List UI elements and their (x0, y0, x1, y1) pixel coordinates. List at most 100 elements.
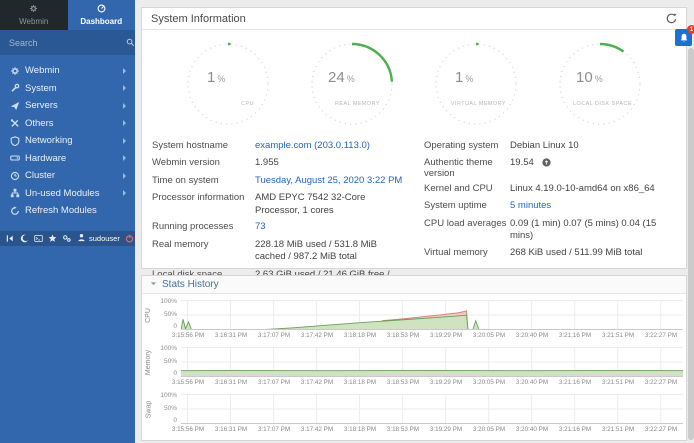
running-processes-link[interactable]: 73 (255, 221, 408, 234)
info-row: Real memory228.18 MiB used / 531.8 MiB c… (152, 235, 408, 265)
sidebar-item-others[interactable]: Others (0, 115, 135, 133)
sidebar: Webmin Dashboard Webmin System Servers (0, 0, 135, 443)
search-input[interactable] (9, 38, 126, 48)
main-content: 1 System Information 1% CPU 24% (135, 0, 694, 443)
x-tick-label: 3:21:16 PM (559, 379, 591, 386)
svg-text:VIRTUAL MEMORY: VIRTUAL MEMORY (451, 101, 506, 107)
x-tick-label: 3:21:51 PM (602, 379, 634, 386)
sidebar-item-cluster[interactable]: Cluster (0, 167, 135, 185)
x-tick-label: 3:17:07 PM (258, 332, 290, 339)
sidebar-item-servers[interactable]: Servers (0, 97, 135, 115)
system-time-link[interactable]: Tuesday, August 25, 2020 3:22 PM (255, 175, 408, 188)
panel-header: System Information (142, 8, 686, 30)
username-label: sudouser (89, 234, 120, 243)
chevron-right-icon (123, 120, 126, 126)
shield-icon (10, 136, 25, 146)
y-axis: 100%50%0 (155, 394, 181, 424)
x-tick-label: 3:18:53 PM (387, 426, 419, 433)
info-row: Authentic theme version19.54 (424, 154, 680, 180)
menu-label: Hardware (25, 153, 123, 164)
tab-webmin[interactable]: Webmin (0, 0, 68, 30)
svg-text:REAL MEMORY: REAL MEMORY (335, 101, 380, 107)
svg-text:24%: 24% (328, 69, 355, 86)
stats-history-panel: Stats History CPU 100%50%0 3:15:56 PM 3:1… (141, 275, 687, 441)
refresh-icon[interactable] (666, 13, 677, 24)
menu-label: Webmin (25, 65, 123, 76)
chevron-right-icon (123, 85, 126, 91)
favorites-star-icon[interactable] (48, 234, 57, 243)
sidebar-item-unused-modules[interactable]: Un-used Modules (0, 185, 135, 203)
hostname-link[interactable]: example.com (203.0.113.0) (255, 140, 408, 153)
terminal-icon[interactable] (34, 234, 43, 243)
x-tick-label: 3:22:27 PM (645, 426, 677, 433)
gear-icon (10, 66, 25, 76)
x-tick-label: 3:15:56 PM (172, 426, 204, 433)
tools-icon (10, 118, 25, 128)
x-tick-label: 3:17:42 PM (301, 332, 333, 339)
x-tick-label: 3:21:51 PM (602, 426, 634, 433)
chevron-right-icon (123, 173, 126, 179)
notifications-bell-button[interactable]: 1 (675, 29, 692, 46)
settings-cogs-icon[interactable] (62, 234, 72, 243)
menu-label: Refresh Modules (25, 205, 126, 216)
x-tick-label: 3:16:31 PM (215, 379, 247, 386)
x-tick-label: 3:20:05 PM (473, 332, 505, 339)
info-column-left: System hostnameexample.com (203.0.113.0)… (142, 136, 414, 294)
info-row: Kernel and CPULinux 4.19.0-10-amd64 on x… (424, 179, 680, 197)
x-tick-label: 3:20:05 PM (473, 426, 505, 433)
x-tick-label: 3:21:16 PM (559, 426, 591, 433)
chart-axis-label: CPU (145, 308, 152, 323)
x-tick-label: 3:17:07 PM (258, 426, 290, 433)
info-row: Operating systemDebian Linux 10 (424, 136, 680, 154)
info-row: Webmin version1.955 (152, 154, 408, 172)
x-tick-label: 3:16:31 PM (215, 332, 247, 339)
x-tick-label: 3:18:53 PM (387, 379, 419, 386)
modules-icon (10, 188, 25, 198)
sidebar-search (0, 30, 135, 55)
paper-plane-icon (10, 101, 25, 111)
hdd-icon (10, 153, 25, 163)
x-tick-label: 3:18:18 PM (344, 332, 376, 339)
sidebar-item-hardware[interactable]: Hardware (0, 150, 135, 168)
system-uptime-link[interactable]: 5 minutes (510, 200, 680, 213)
system-info-table: System hostnameexample.com (203.0.113.0)… (142, 132, 686, 294)
sidebar-item-webmin[interactable]: Webmin (0, 62, 135, 80)
cpu-chart-x-labels: 3:15:56 PM3:16:31 PM3:17:07 PM3:17:42 PM… (181, 330, 686, 341)
x-tick-label: 3:19:29 PM (430, 426, 462, 433)
theme-update-icon[interactable] (542, 158, 551, 167)
chart-axis-label: Memory (145, 349, 152, 374)
stats-history-title: Stats History (162, 279, 219, 290)
tab-dashboard[interactable]: Dashboard (68, 0, 136, 30)
stats-history-header[interactable]: Stats History (142, 276, 686, 294)
cpu-history-chart: CPU 100%50%0 (142, 300, 686, 330)
x-tick-label: 3:16:31 PM (215, 426, 247, 433)
svg-text:1%: 1% (455, 69, 473, 86)
real-memory-gauge: 24% REAL MEMORY (304, 38, 400, 132)
x-tick-label: 3:19:29 PM (430, 379, 462, 386)
collapse-sidebar-icon[interactable] (6, 234, 15, 243)
gauge-icon (97, 4, 106, 15)
y-axis: 100%50%0 (155, 347, 181, 377)
power-logout-icon[interactable] (125, 234, 134, 243)
x-tick-label: 3:15:56 PM (172, 379, 204, 386)
search-icon[interactable] (126, 34, 135, 52)
info-row: System hostnameexample.com (203.0.113.0) (152, 136, 408, 154)
sidebar-item-refresh-modules[interactable]: Refresh Modules (0, 202, 135, 220)
system-information-panel: System Information 1% CPU 24% REAL MEMOR… (141, 7, 687, 269)
info-row: Running processes73 (152, 218, 408, 236)
current-user[interactable]: sudouser (77, 233, 120, 244)
menu-label: Others (25, 118, 123, 129)
sidebar-item-networking[interactable]: Networking (0, 132, 135, 150)
vertical-scrollbar[interactable] (688, 48, 694, 440)
chevron-right-icon (123, 155, 126, 161)
night-mode-icon[interactable] (20, 234, 29, 243)
sidebar-item-system[interactable]: System (0, 80, 135, 98)
local-disk-space-gauge: 10% LOCAL DISK SPACE (552, 38, 648, 132)
sidebar-footer-bar: sudouser (0, 231, 135, 246)
swap-history-chart: Swap 100%50%0 (142, 394, 686, 424)
virtual-memory-gauge: 1% VIRTUAL MEMORY (428, 38, 524, 132)
chevron-right-icon (123, 138, 126, 144)
user-icon (77, 233, 86, 244)
cpu-chart-plot (181, 300, 683, 330)
chevron-down-icon (150, 279, 157, 290)
